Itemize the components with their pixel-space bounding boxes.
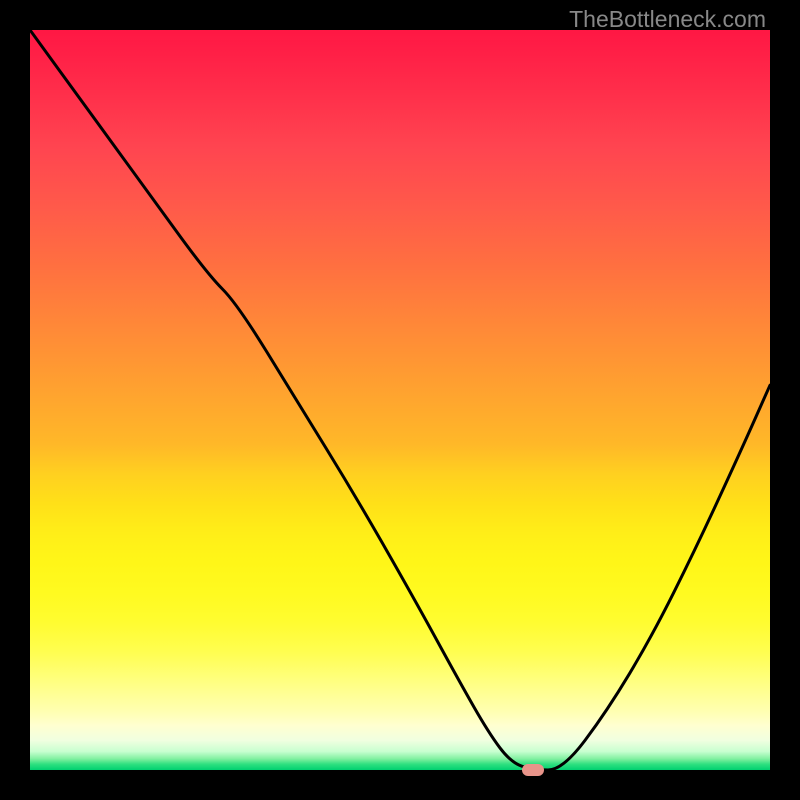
watermark-label: TheBottleneck.com xyxy=(569,6,766,33)
chart-container: TheBottleneck.com xyxy=(0,0,800,800)
plot-area xyxy=(30,30,770,770)
bottleneck-curve xyxy=(30,30,770,770)
optimum-marker xyxy=(522,764,544,776)
